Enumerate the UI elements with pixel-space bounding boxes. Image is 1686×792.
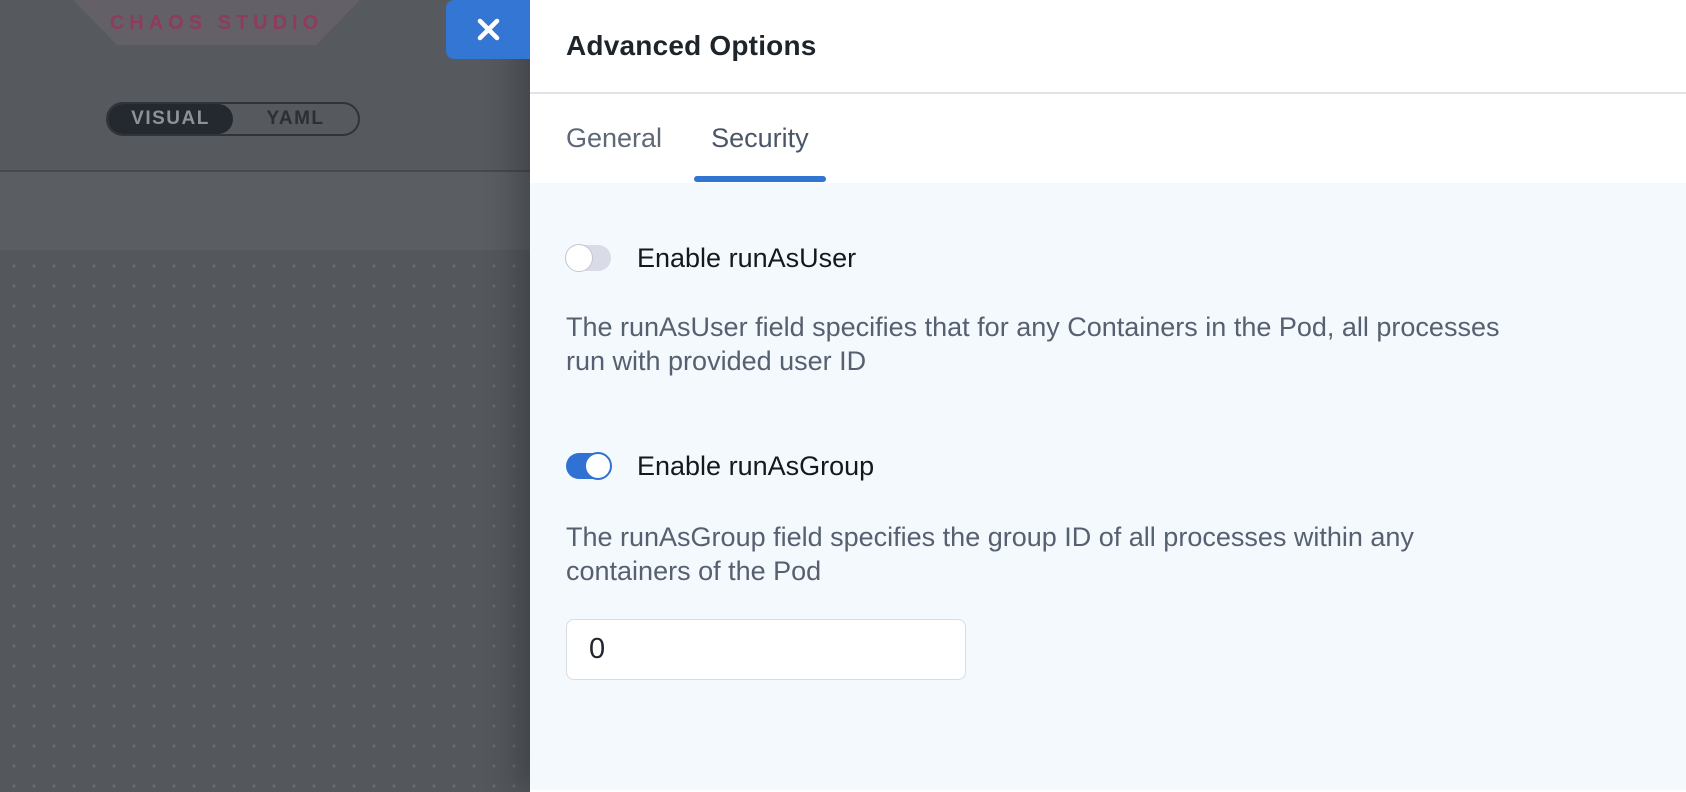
close-icon xyxy=(475,16,502,43)
run-as-user-toggle[interactable] xyxy=(566,245,611,271)
toggle-knob xyxy=(584,452,612,480)
run-as-user-label: Enable runAsUser xyxy=(637,243,856,274)
toggle-knob xyxy=(565,244,593,272)
run-as-group-row: Enable runAsGroup xyxy=(566,452,1646,480)
run-as-group-label: Enable runAsGroup xyxy=(637,451,874,482)
close-drawer-button[interactable] xyxy=(446,0,530,59)
drawer-tabbar: General Security xyxy=(530,94,1686,183)
tab-general[interactable]: General xyxy=(566,94,662,183)
tab-security[interactable]: Security xyxy=(711,94,809,183)
visual-tab[interactable]: VISUAL xyxy=(108,104,233,134)
run-as-group-value-input[interactable] xyxy=(566,619,966,680)
description-line: containers of the Pod xyxy=(566,554,1646,588)
drawer-title: Advanced Options xyxy=(566,30,817,62)
chaos-studio-banner: CHAOS STUDIO xyxy=(73,0,360,45)
run-as-user-row: Enable runAsUser xyxy=(566,244,1646,272)
chaos-studio-title: CHAOS STUDIO xyxy=(110,10,323,35)
security-tab-panel: Enable runAsUser The runAsUser field spe… xyxy=(530,183,1686,790)
yaml-tab[interactable]: YAML xyxy=(233,104,358,134)
advanced-options-drawer: Advanced Options General Security Enable… xyxy=(530,0,1686,792)
description-line: The runAsUser field specifies that for a… xyxy=(566,310,1646,344)
run-as-group-description: The runAsGroup field specifies the group… xyxy=(566,520,1646,588)
drawer-header: Advanced Options xyxy=(530,0,1686,94)
run-as-group-toggle[interactable] xyxy=(566,453,611,479)
description-line: The runAsGroup field specifies the group… xyxy=(566,520,1646,554)
description-line: run with provided user ID xyxy=(566,344,1646,378)
run-as-user-description: The runAsUser field specifies that for a… xyxy=(566,310,1646,378)
visual-yaml-toggle[interactable]: VISUAL YAML xyxy=(106,102,360,136)
